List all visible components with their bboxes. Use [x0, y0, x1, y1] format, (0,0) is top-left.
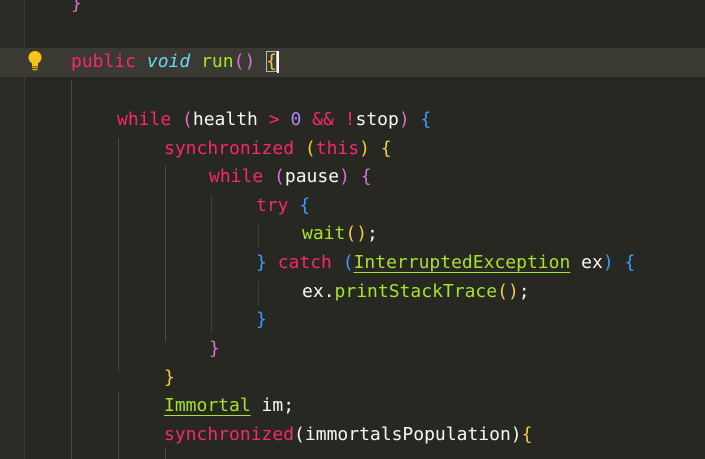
code-line[interactable]: }: [0, 0, 705, 19]
brace: }: [209, 338, 220, 359]
paren: (: [345, 223, 357, 244]
paren: (: [233, 51, 245, 72]
lightbulb-icon[interactable]: [27, 50, 43, 72]
identifier: immortalsPopulation: [304, 424, 511, 445]
identifier: health: [192, 109, 258, 130]
paren: ): [356, 223, 368, 244]
text-caret: [276, 51, 279, 73]
keyword: while: [117, 109, 172, 130]
brace: }: [164, 367, 175, 388]
class-name: Immortal: [164, 395, 251, 416]
identifier: ex: [581, 252, 603, 273]
brace: }: [256, 252, 267, 273]
code-line[interactable]: }: [0, 335, 705, 364]
method-name: run: [201, 51, 234, 72]
paren: (: [294, 424, 305, 445]
brace: {: [420, 109, 432, 130]
code-line[interactable]: Immortal im;: [0, 392, 705, 421]
paren: ): [339, 166, 350, 187]
code-line-current[interactable]: public void run() {: [0, 48, 705, 77]
operator: >: [268, 109, 280, 130]
code-line[interactable]: } catch (InterruptedException ex) {: [0, 249, 705, 278]
brace: {: [624, 252, 636, 273]
number: 0: [290, 109, 302, 130]
paren: (: [182, 109, 193, 130]
brace: {: [299, 195, 311, 216]
brace-matched: {: [266, 51, 277, 72]
brace: {: [360, 166, 372, 187]
code-line[interactable]: while (health > 0 && !stop) {: [0, 106, 705, 135]
identifier: im: [261, 395, 284, 416]
keyword: try: [256, 195, 289, 216]
operator: &&: [312, 109, 334, 130]
semicolon: ;: [367, 223, 378, 244]
brace: }: [71, 0, 82, 14]
identifier: ex: [302, 281, 324, 302]
method-call: wait: [302, 223, 346, 244]
code-line[interactable]: synchronized(immortalsPopulation){: [0, 421, 705, 450]
code-line[interactable]: wait();: [0, 220, 705, 249]
code-line[interactable]: synchronized (this) {: [0, 135, 705, 164]
paren: ): [398, 109, 410, 130]
paren: (: [274, 166, 285, 187]
keyword: catch: [277, 252, 332, 273]
code-line[interactable]: while (pause) {: [0, 163, 705, 192]
paren: ): [359, 138, 370, 159]
paren: ): [510, 424, 522, 445]
paren: ): [602, 252, 614, 273]
paren: (: [342, 252, 354, 273]
code-line[interactable]: }: [0, 364, 705, 393]
keyword: synchronized: [164, 138, 295, 159]
brace: {: [521, 424, 533, 445]
keyword: this: [315, 138, 360, 159]
identifier: stop: [355, 109, 399, 130]
paren: ): [507, 281, 519, 302]
keyword: while: [209, 166, 264, 187]
keyword: public: [71, 51, 137, 72]
semicolon: ;: [283, 395, 295, 416]
dot: .: [323, 281, 335, 302]
brace: {: [380, 138, 392, 159]
code-line[interactable]: }: [0, 306, 705, 335]
class-name: InterruptedException: [353, 252, 571, 273]
semicolon: ;: [518, 281, 530, 302]
identifier: pause: [284, 166, 340, 187]
brace: }: [256, 309, 267, 330]
type: void: [146, 51, 191, 72]
paren: (: [497, 281, 508, 302]
code-line[interactable]: try {: [0, 192, 705, 221]
method-call: printStackTrace: [334, 281, 498, 302]
operator: !: [344, 109, 356, 130]
code-editor[interactable]: } public void run() { while (health > 0 …: [0, 0, 705, 459]
paren: ): [244, 51, 256, 72]
code-line[interactable]: ex.printStackTrace();: [0, 278, 705, 307]
paren: (: [304, 138, 316, 159]
keyword: synchronized: [164, 424, 295, 445]
